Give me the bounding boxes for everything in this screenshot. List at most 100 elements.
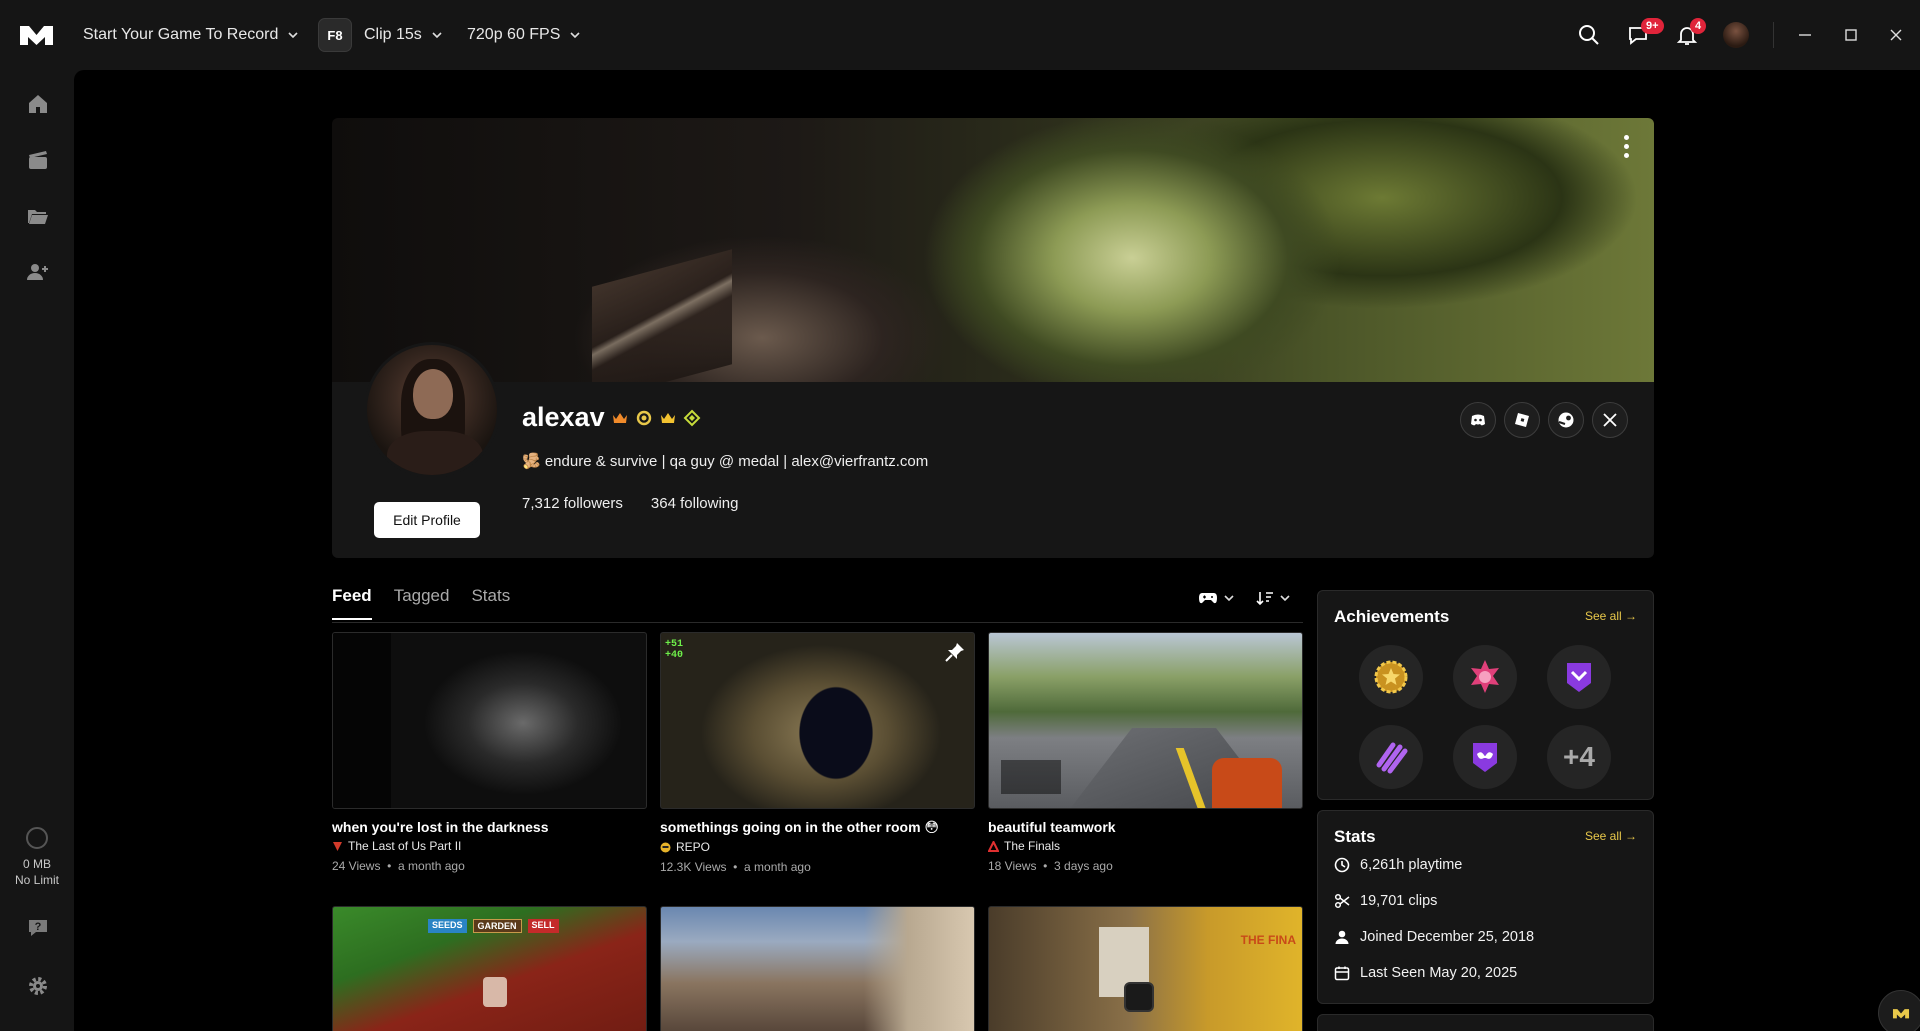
roblox-link[interactable] (1504, 402, 1540, 438)
clip-meta: 18 Views • 3 days ago (988, 859, 1113, 873)
achievement-badge[interactable] (1359, 725, 1423, 789)
hud-label: SELL (527, 919, 559, 933)
achievements-more-count[interactable]: +4 (1547, 725, 1611, 789)
sun-badge-icon (636, 410, 651, 425)
gold-star-medal-icon (1374, 660, 1408, 694)
notifications-button[interactable]: 4 (1666, 14, 1708, 56)
sidebar-item-home[interactable] (22, 88, 54, 120)
tlou-game-icon (333, 841, 342, 851)
chevron-down-icon (288, 32, 298, 39)
search-button[interactable] (1568, 14, 1610, 56)
achievements-see-all-link[interactable]: See all → (1585, 609, 1637, 623)
clip-card[interactable]: beautiful teamwork The Finals 18 Views •… (988, 632, 1303, 873)
clip-thumbnail[interactable]: THE FINA (988, 906, 1303, 1031)
clip-card[interactable] (660, 906, 975, 1031)
achievement-badge[interactable] (1547, 645, 1611, 709)
more-options-button[interactable] (1614, 132, 1638, 160)
hud-overlay: +51 +40 (665, 639, 684, 661)
clip-title[interactable]: when you're lost in the darkness (332, 819, 647, 835)
clip-card[interactable]: +51 +40 somethings going on in the other … (660, 632, 975, 874)
stats-title: Stats (1334, 827, 1376, 846)
hud-label: SEEDS (428, 919, 467, 933)
sidebar-item-clips[interactable] (22, 144, 54, 176)
storage-ring-icon[interactable] (26, 827, 48, 849)
quality-selector[interactable]: 720p 60 FPS (467, 22, 582, 48)
gamepad-icon (1199, 593, 1217, 604)
purple-mask-icon (1473, 743, 1497, 772)
game-selector[interactable]: Start Your Game To Record (83, 22, 300, 48)
tab-feed[interactable]: Feed (332, 586, 372, 620)
clip-views: 12.3K Views (660, 860, 727, 874)
clip-thumbnail[interactable]: +51 +40 (660, 632, 975, 809)
achievement-badge[interactable] (1359, 645, 1423, 709)
stat-joined: Joined December 25, 2018 (1334, 929, 1534, 945)
profile-card: Edit Profile alexav 🫚 endure & survive |… (332, 342, 1654, 558)
close-icon (1890, 29, 1902, 41)
game-character (483, 977, 507, 1007)
steam-link[interactable] (1548, 402, 1584, 438)
home-icon (29, 95, 47, 113)
minimize-button[interactable] (1785, 14, 1825, 56)
close-button[interactable] (1876, 14, 1916, 56)
tab-tagged[interactable]: Tagged (394, 586, 450, 620)
the-finals-game-icon (988, 840, 999, 852)
user-avatar-button[interactable] (1715, 14, 1757, 56)
sort-dropdown[interactable] (1256, 590, 1292, 606)
next-panel (1317, 1014, 1654, 1031)
clip-game[interactable]: The Last of Us Part II (332, 839, 647, 853)
messages-button[interactable]: 9+ (1617, 14, 1664, 56)
crown-gold-icon (660, 412, 675, 423)
clip-card[interactable]: when you're lost in the darkness The Las… (332, 632, 647, 873)
minimize-icon (1799, 34, 1811, 36)
steam-icon (1558, 412, 1574, 428)
help-button[interactable]: ? (22, 912, 54, 944)
stat-playtime-value: 6,261h playtime (1360, 857, 1463, 873)
achievement-badge[interactable] (1453, 645, 1517, 709)
clip-title[interactable]: beautiful teamwork (988, 819, 1303, 835)
discord-link[interactable] (1460, 402, 1496, 438)
discord-icon (1471, 414, 1485, 426)
clip-thumbnail[interactable] (332, 632, 647, 809)
achievement-badge[interactable] (1453, 725, 1517, 789)
thumbnail-tag: THE FINA (1240, 933, 1296, 947)
game-filter-dropdown[interactable] (1198, 590, 1236, 606)
clip-views: 18 Views (988, 859, 1037, 873)
stat-last-seen: Last Seen May 20, 2025 (1334, 965, 1517, 981)
x-link[interactable] (1592, 402, 1628, 438)
clip-thumbnail[interactable] (660, 906, 975, 1031)
clip-game-name: The Finals (1004, 839, 1061, 853)
scissors-icon (1334, 893, 1350, 909)
sidebar-item-add-friend[interactable] (22, 256, 54, 288)
clip-game[interactable]: REPO (660, 840, 975, 854)
notifications-badge: 4 (1690, 18, 1707, 34)
profile-bio: 🫚 endure & survive | qa guy @ medal | al… (522, 453, 929, 470)
clip-game[interactable]: The Finals (988, 839, 1303, 853)
clip-length-label: Clip 15s (364, 26, 422, 43)
maximize-button[interactable] (1831, 14, 1871, 56)
clip-card[interactable]: THE FINA (988, 906, 1303, 1031)
following-count[interactable]: 364 following (651, 495, 739, 512)
floating-medal-button[interactable] (1878, 990, 1920, 1031)
pin-icon[interactable] (944, 641, 966, 663)
purple-claw-icon (1376, 742, 1408, 774)
clip-length-selector[interactable]: F8 Clip 15s (318, 18, 444, 52)
clip-title[interactable]: somethings going on in the other room 😳 (660, 819, 975, 836)
storage-limit: No Limit (14, 873, 59, 887)
stats-see-all-link[interactable]: See all → (1585, 829, 1637, 843)
medal-logo-icon[interactable] (18, 22, 55, 48)
clip-meta: 24 Views • a month ago (332, 859, 465, 873)
sidebar: 0 MB No Limit ? (0, 70, 74, 1031)
edit-profile-button[interactable]: Edit Profile (374, 502, 480, 538)
sidebar-item-library[interactable] (22, 200, 54, 232)
tab-stats[interactable]: Stats (471, 586, 510, 620)
clip-thumbnail[interactable] (988, 632, 1303, 809)
settings-button[interactable] (22, 970, 54, 1002)
avatar (1723, 22, 1749, 48)
profile-banner (332, 118, 1654, 382)
gear-icon (29, 977, 47, 995)
profile-avatar (364, 342, 500, 478)
followers-count[interactable]: 7,312 followers (522, 495, 623, 512)
clip-age: 3 days ago (1054, 859, 1113, 873)
clip-card[interactable]: SEEDS GARDEN SELL (332, 906, 647, 1031)
clip-thumbnail[interactable]: SEEDS GARDEN SELL (332, 906, 647, 1031)
